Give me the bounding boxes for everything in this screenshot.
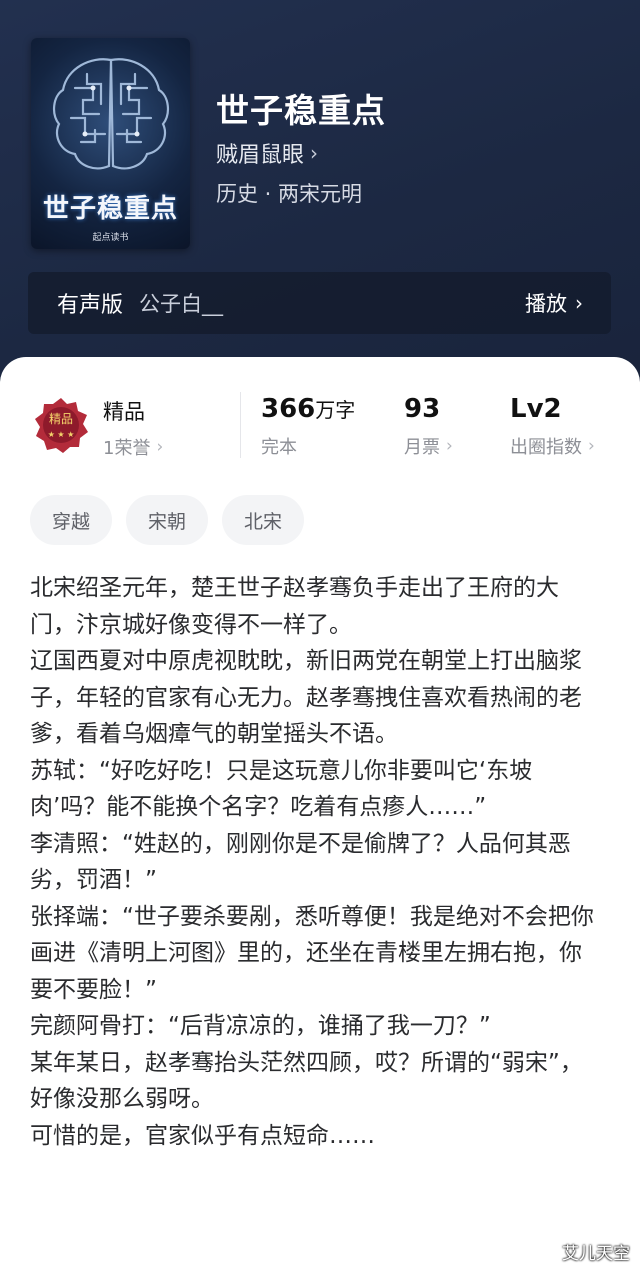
popularity-index-stat[interactable]: Lv2 出圈指数 › (510, 394, 595, 459)
author-name: 贼眉鼠眼 (216, 143, 305, 168)
monthly-tickets-stat[interactable]: 93 月票 › (404, 394, 453, 459)
chevron-right-icon: › (575, 291, 583, 315)
book-title: 世子稳重点 (216, 91, 386, 130)
synopsis-paragraph: 北宋绍圣元年，楚王世子赵孝骞负手走出了王府的大门，汴京城好像变得不一样了。 (30, 575, 559, 638)
popularity-label: 出圈指数 (510, 437, 582, 458)
word-count-stat: 366万字 完本 (261, 394, 355, 459)
book-cover[interactable]: 世子稳重点 起点读书 (31, 38, 190, 249)
cover-title: 世子稳重点 (42, 194, 178, 224)
divider (240, 392, 241, 458)
completion-status: 完本 (261, 437, 297, 458)
author-link[interactable]: 贼眉鼠眼 › (216, 137, 318, 169)
monthly-tickets-label: 月票 (404, 437, 440, 458)
watermark: 艾儿天空 (562, 1244, 630, 1264)
word-count-unit: 万字 (315, 398, 356, 422)
audio-version-bar[interactable]: 有声版 公子白__ 播放 › (28, 272, 611, 334)
chevron-right-icon: › (588, 436, 595, 456)
genre-category[interactable]: 历史 · 两宋元明 (216, 178, 362, 208)
tag-chip[interactable]: 穿越 (30, 495, 113, 545)
chevron-right-icon: › (156, 437, 164, 457)
chevron-right-icon: › (446, 436, 453, 456)
synopsis-paragraph: 辽国西夏对中原虎视眈眈，新旧两党在朝堂上打出脑浆子，年轻的官家有心无力。赵孝骞拽… (30, 648, 582, 747)
synopsis: 北宋绍圣元年，楚王世子赵孝骞负手走出了王府的大门，汴京城好像变得不一样了。 辽国… (30, 570, 602, 1154)
word-count-value: 366 (261, 394, 316, 424)
synopsis-paragraph: 苏轼：“好吃好吃！只是这玩意儿你非要叫它‘东坡肉’吗？能不能换个名字？吃着有点瘆… (30, 757, 533, 821)
quality-title: 精品 (103, 400, 145, 424)
honors-count: 1荣誉 (103, 438, 151, 459)
play-label: 播放 (525, 292, 567, 316)
quality-info[interactable]: 精品 1荣誉 › (103, 396, 163, 460)
synopsis-paragraph: 某年某日，赵孝骞抬头茫然四顾，哎？所谓的“弱宋”，好像没那么弱呀。 (30, 1049, 583, 1113)
monthly-tickets-value: 93 (404, 394, 441, 424)
audio-narrator: 公子白__ (139, 292, 224, 316)
audio-label: 有声版 (57, 293, 124, 318)
synopsis-paragraph: 张择端：“世子要杀要剐，悉听尊便！我是绝对不会把你画进《清明上河图》里的，还坐在… (30, 903, 594, 1003)
cover-publisher: 起点读书 (92, 233, 129, 243)
synopsis-paragraph: 李清照：“姓赵的，刚刚你是不是偷牌了？人品何其恶劣，罚酒！” (30, 830, 571, 894)
synopsis-paragraph: 可惜的是，官家似乎有点短命…… (30, 1122, 375, 1149)
svg-text:★ ★ ★: ★ ★ ★ (48, 430, 75, 439)
play-button[interactable]: 播放 › (525, 288, 583, 318)
tag-chip[interactable]: 北宋 (222, 495, 305, 545)
tag-chip[interactable]: 宋朝 (126, 495, 209, 545)
chevron-right-icon: › (310, 141, 319, 165)
popularity-level: Lv2 (510, 394, 562, 424)
tag-list: 穿越 宋朝 北宋 (30, 495, 305, 545)
badge-text: 精品 (49, 412, 73, 426)
synopsis-paragraph: 完颜阿骨打：“后背凉凉的，谁捅了我一刀？” (30, 1013, 491, 1039)
quality-badge-icon[interactable]: 精品 ★ ★ ★ (32, 396, 90, 454)
